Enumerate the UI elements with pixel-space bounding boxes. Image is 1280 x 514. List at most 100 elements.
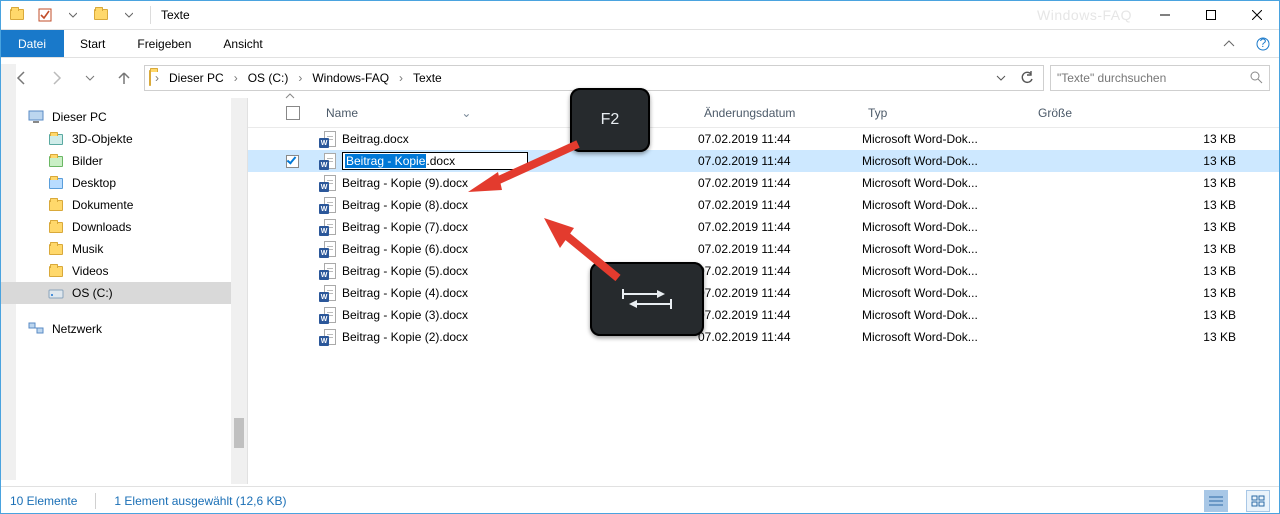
sidebar-item-3d-objekte[interactable]: 3D-Objekte bbox=[0, 128, 247, 150]
crumb-thispc[interactable]: Dieser PC bbox=[163, 66, 230, 90]
status-count: 10 Elemente bbox=[10, 494, 77, 508]
sidebar-item-videos[interactable]: Videos bbox=[0, 260, 247, 282]
file-list-area: Name ⌄ Änderungsdatum Typ Größe WBeitrag… bbox=[248, 98, 1280, 484]
ribbon-tab-start[interactable]: Start bbox=[64, 30, 121, 57]
search-box[interactable]: "Texte" durchsuchen bbox=[1050, 65, 1270, 91]
pc-icon bbox=[28, 109, 44, 125]
titlebar-separator bbox=[150, 6, 151, 24]
chevron-right-icon[interactable]: › bbox=[153, 71, 161, 85]
column-type[interactable]: Typ bbox=[862, 106, 1032, 120]
sidebar-item-bilder[interactable]: Bilder bbox=[0, 150, 247, 172]
address-dropdown-icon[interactable] bbox=[989, 66, 1013, 90]
word-document-icon: W bbox=[320, 153, 336, 169]
nav-up-button[interactable] bbox=[110, 64, 138, 92]
status-separator bbox=[95, 493, 96, 509]
navigation-pane: Dieser PC 3D-Objekte Bilder Desktop Dokumen… bbox=[0, 98, 248, 484]
word-document-icon: W bbox=[320, 131, 336, 147]
column-date[interactable]: Änderungsdatum bbox=[698, 106, 862, 120]
rename-rest: .docx bbox=[426, 154, 455, 168]
ribbon-tab-share[interactable]: Freigeben bbox=[121, 30, 207, 57]
nav-recent-dropdown[interactable] bbox=[76, 64, 104, 92]
collapse-chevron-icon[interactable] bbox=[284, 90, 300, 106]
refresh-icon[interactable] bbox=[1015, 66, 1039, 90]
file-date: 07.02.2019 11:44 bbox=[698, 132, 862, 146]
file-row[interactable]: WBeitrag - Kopie (2).docx07.02.2019 11:4… bbox=[248, 326, 1280, 348]
sidebar-item-downloads[interactable]: Downloads bbox=[0, 216, 247, 238]
file-row[interactable]: WBeitrag - Kopie (7).docx07.02.2019 11:4… bbox=[248, 216, 1280, 238]
file-type: Microsoft Word-Dok... bbox=[862, 154, 1032, 168]
file-date: 07.02.2019 11:44 bbox=[698, 198, 862, 212]
file-date: 07.02.2019 11:44 bbox=[698, 154, 862, 168]
view-details-button[interactable] bbox=[1204, 490, 1228, 512]
titlebar: Texte Windows-FAQ bbox=[0, 0, 1280, 30]
file-name: Beitrag - Kopie (7).docx bbox=[342, 220, 468, 234]
file-name: Beitrag - Kopie (4).docx bbox=[342, 286, 468, 300]
annotation-key-f2: F2 bbox=[570, 88, 650, 152]
file-size: 13 KB bbox=[1032, 308, 1280, 322]
sidebar-item-musik[interactable]: Musik bbox=[0, 238, 247, 260]
status-selection: 1 Element ausgewählt (12,6 KB) bbox=[114, 494, 286, 508]
select-all-checkbox[interactable] bbox=[286, 106, 320, 120]
file-date: 07.02.2019 11:44 bbox=[698, 242, 862, 256]
file-row[interactable]: WBeitrag - Kopie (3).docx07.02.2019 11:4… bbox=[248, 304, 1280, 326]
crumb-drive[interactable]: OS (C:) bbox=[242, 66, 295, 90]
file-row[interactable]: WBeitrag - Kopie (6).docx07.02.2019 11:4… bbox=[248, 238, 1280, 260]
file-row[interactable]: WBeitrag.docx07.02.2019 11:44Microsoft W… bbox=[248, 128, 1280, 150]
row-checkbox[interactable] bbox=[286, 155, 299, 168]
ribbon-help-icon[interactable]: ? bbox=[1246, 30, 1280, 57]
chevron-right-icon[interactable]: › bbox=[296, 71, 304, 85]
file-size: 13 KB bbox=[1032, 132, 1280, 146]
sidebar-item-desktop[interactable]: Desktop bbox=[0, 172, 247, 194]
qat-dropdown2-icon[interactable] bbox=[118, 4, 140, 26]
qat-newfolder-icon[interactable] bbox=[90, 4, 112, 26]
close-button[interactable] bbox=[1234, 0, 1280, 30]
view-large-icons-button[interactable] bbox=[1246, 490, 1270, 512]
chevron-right-icon[interactable]: › bbox=[232, 71, 240, 85]
file-type: Microsoft Word-Dok... bbox=[862, 308, 1032, 322]
file-row[interactable]: WBeitrag - Kopie (9).docx07.02.2019 11:4… bbox=[248, 172, 1280, 194]
nav-forward-button[interactable] bbox=[42, 64, 70, 92]
word-document-icon: W bbox=[320, 175, 336, 191]
file-row[interactable]: WBeitrag - Kopie (4).docx07.02.2019 11:4… bbox=[248, 282, 1280, 304]
sidebar-item-label: Bilder bbox=[72, 154, 103, 168]
sidebar-item-label: Videos bbox=[72, 264, 108, 278]
sidebar-scrollbar[interactable] bbox=[231, 98, 247, 484]
file-row[interactable]: WBeitrag - Kopie (5).docx07.02.2019 11:4… bbox=[248, 260, 1280, 282]
sidebar-item-label: 3D-Objekte bbox=[72, 132, 133, 146]
rename-input[interactable]: Beitrag - Kopie.docx bbox=[342, 152, 528, 170]
crumb-folder1[interactable]: Windows-FAQ bbox=[306, 66, 395, 90]
sidebar-item-thispc[interactable]: Dieser PC bbox=[0, 106, 247, 128]
column-size[interactable]: Größe bbox=[1032, 106, 1280, 120]
chevron-right-icon[interactable]: › bbox=[397, 71, 405, 85]
ribbon-expand-icon[interactable] bbox=[1212, 30, 1246, 57]
qat-dropdown-icon[interactable] bbox=[62, 4, 84, 26]
quick-access-toolbar bbox=[0, 4, 146, 26]
minimize-button[interactable] bbox=[1142, 0, 1188, 30]
search-icon[interactable] bbox=[1249, 70, 1263, 87]
word-document-icon: W bbox=[320, 285, 336, 301]
ribbon-file-tab[interactable]: Datei bbox=[0, 30, 64, 57]
word-document-icon: W bbox=[320, 307, 336, 323]
word-document-icon: W bbox=[320, 329, 336, 345]
sidebar-item-label: Dokumente bbox=[72, 198, 133, 212]
file-size: 13 KB bbox=[1032, 220, 1280, 234]
qat-properties-icon[interactable] bbox=[34, 4, 56, 26]
scrollbar-thumb[interactable] bbox=[234, 418, 244, 448]
sidebar-item-label: Netzwerk bbox=[52, 322, 102, 336]
file-size: 13 KB bbox=[1032, 154, 1280, 168]
crumb-folder2[interactable]: Texte bbox=[407, 66, 448, 90]
file-date: 07.02.2019 11:44 bbox=[698, 264, 862, 278]
explorer-icon[interactable] bbox=[6, 4, 28, 26]
svg-text:?: ? bbox=[1260, 37, 1267, 50]
folder-icon bbox=[48, 285, 64, 301]
sidebar-item-network[interactable]: Netzwerk bbox=[0, 318, 247, 340]
sort-indicator-icon: ⌄ bbox=[461, 106, 471, 120]
sidebar-item-os-c-[interactable]: OS (C:) bbox=[0, 282, 247, 304]
file-row[interactable]: W Beitrag - Kopie.docx 07.02.2019 11:44Mic… bbox=[248, 150, 1280, 172]
folder-icon bbox=[48, 197, 64, 213]
ribbon-tab-view[interactable]: Ansicht bbox=[207, 30, 278, 57]
file-row[interactable]: WBeitrag - Kopie (8).docx07.02.2019 11:4… bbox=[248, 194, 1280, 216]
file-size: 13 KB bbox=[1032, 264, 1280, 278]
sidebar-item-dokumente[interactable]: Dokumente bbox=[0, 194, 247, 216]
maximize-button[interactable] bbox=[1188, 0, 1234, 30]
